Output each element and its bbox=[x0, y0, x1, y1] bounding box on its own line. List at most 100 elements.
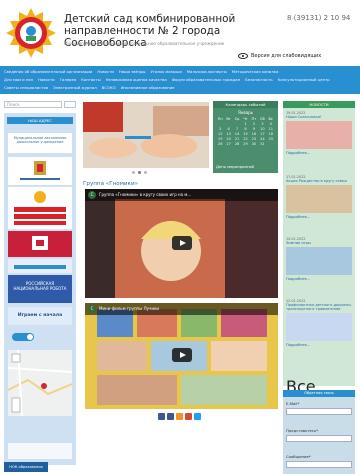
nav-item[interactable]: Советы специалистов bbox=[4, 85, 48, 90]
video-title[interactable]: Мини-фильм группы Лучики bbox=[85, 303, 278, 315]
calendar-day[interactable]: 21 bbox=[233, 137, 241, 141]
vision-impaired-link[interactable]: Версия для слабовидящих bbox=[238, 53, 321, 59]
nav-item[interactable]: Наши звёзды bbox=[119, 69, 146, 74]
calendar-day[interactable]: 27 bbox=[224, 142, 232, 146]
nav-item[interactable]: Электронный журнал bbox=[53, 85, 97, 90]
twitter-icon[interactable] bbox=[194, 413, 201, 420]
toggle-widget[interactable] bbox=[8, 329, 72, 343]
nav-item[interactable]: Методическая копилка bbox=[232, 69, 279, 74]
nav-item[interactable]: ВСОКО bbox=[102, 85, 116, 90]
calendar-day[interactable]: 29 bbox=[241, 142, 249, 146]
calendar-footer[interactable]: День мероприятий bbox=[216, 164, 254, 169]
calendar-day[interactable]: 20 bbox=[224, 137, 232, 141]
nav-item[interactable]: Инклюзивное образование bbox=[121, 85, 175, 90]
slider-dot[interactable] bbox=[132, 171, 135, 174]
news-image[interactable] bbox=[286, 121, 352, 149]
anniversary-banner[interactable] bbox=[8, 231, 72, 257]
calendar-day[interactable]: 22 bbox=[241, 137, 249, 141]
news-title[interactable]: Акция Рождество в кругу семьи bbox=[286, 179, 352, 183]
play-icon[interactable] bbox=[172, 236, 192, 250]
news-image[interactable] bbox=[286, 185, 352, 213]
play-icon[interactable] bbox=[172, 348, 192, 362]
news-more-link[interactable]: Подробнее... bbox=[286, 343, 352, 347]
news-image[interactable] bbox=[286, 247, 352, 275]
calendar-day[interactable]: 16 bbox=[250, 132, 258, 136]
slider-dot[interactable] bbox=[144, 171, 147, 174]
calendar-day[interactable]: 4 bbox=[267, 122, 275, 126]
nav-item[interactable]: Форум образовательных граждан bbox=[172, 77, 240, 82]
calendar-day[interactable]: 24 bbox=[258, 137, 266, 141]
message-field[interactable] bbox=[286, 461, 352, 468]
news-more-link[interactable]: Подробнее... bbox=[286, 151, 352, 155]
calendar-day[interactable]: 2 bbox=[250, 122, 258, 126]
calendar-day[interactable]: 6 bbox=[224, 127, 232, 131]
nav-item[interactable]: Мальчики-эксперты bbox=[187, 69, 227, 74]
news-item[interactable]: 17.01.2022 Акция Рождество в кругу семьи… bbox=[286, 175, 352, 219]
channel-avatar[interactable]: С bbox=[88, 305, 96, 313]
calendar-day[interactable]: 11 bbox=[267, 127, 275, 131]
calendar-day[interactable]: 31 bbox=[258, 142, 266, 146]
nav-item[interactable]: Галерея bbox=[60, 77, 76, 82]
video-player-1[interactable]: Группа «Гномики» в кругу своих игр на м.… bbox=[85, 189, 278, 298]
news-more-link[interactable]: Подробнее... bbox=[286, 277, 352, 281]
calendar-day[interactable]: 18 bbox=[267, 132, 275, 136]
news-item[interactable]: 19.01.2022 Наши Сказочники! Подробнее... bbox=[286, 111, 352, 155]
calendar-day[interactable]: 15 bbox=[241, 132, 249, 136]
calendar-day[interactable]: 5 bbox=[216, 127, 224, 131]
search-input[interactable]: Поиск bbox=[4, 101, 62, 108]
nav-item[interactable]: Консультационный центр bbox=[278, 77, 330, 82]
channel-avatar[interactable]: С bbox=[88, 191, 96, 199]
news-more-link[interactable]: Подробнее... bbox=[286, 215, 352, 219]
news-item[interactable]: 14.01.2022 Зимние игры Подробнее... bbox=[286, 237, 352, 281]
mailru-icon[interactable] bbox=[185, 413, 192, 420]
nav-item[interactable]: Новости bbox=[38, 77, 55, 82]
ros-banner[interactable]: РОССИЙСКАЯ НАЦИОНАЛЬНАЯ РОБОТА bbox=[8, 275, 72, 303]
calendar-day[interactable]: 26 bbox=[216, 142, 224, 146]
map-widget[interactable] bbox=[7, 349, 73, 417]
calendar-day[interactable]: 13 bbox=[224, 132, 232, 136]
nav-item[interactable]: Новости bbox=[97, 69, 114, 74]
calendar-day[interactable]: 8 bbox=[241, 127, 249, 131]
email-field[interactable] bbox=[286, 408, 352, 415]
site-logo[interactable] bbox=[5, 7, 57, 59]
calendar-day[interactable]: 17 bbox=[258, 132, 266, 136]
calendar-day[interactable]: 25 bbox=[267, 137, 275, 141]
nav-item[interactable]: Безопасность bbox=[245, 77, 273, 82]
slider-dots[interactable] bbox=[132, 171, 147, 174]
odnoklassniki-icon[interactable] bbox=[176, 413, 183, 420]
vk-icon[interactable] bbox=[158, 413, 165, 420]
news-title[interactable]: Зимние игры bbox=[286, 241, 352, 245]
nav-item[interactable]: Независимая оценка качества bbox=[106, 77, 167, 82]
nav-item[interactable]: Контакты bbox=[81, 77, 101, 82]
image-slider[interactable] bbox=[83, 102, 209, 168]
calendar-day[interactable]: 7 bbox=[233, 127, 241, 131]
fund-banner[interactable] bbox=[8, 187, 72, 229]
calendar-day[interactable]: 28 bbox=[233, 142, 241, 146]
ministry-banner[interactable] bbox=[8, 157, 72, 185]
footer-badge[interactable]: НОК образования bbox=[4, 462, 48, 472]
facebook-icon[interactable] bbox=[167, 413, 174, 420]
calendar-day[interactable]: 12 bbox=[216, 132, 224, 136]
news-title[interactable]: Наши Сказочники! bbox=[286, 115, 352, 119]
nav-item[interactable]: Для мам и пап bbox=[4, 77, 33, 82]
calendar-day[interactable]: 10 bbox=[258, 127, 266, 131]
calendar-day[interactable]: 1 bbox=[241, 122, 249, 126]
video-title[interactable]: Группа «Гномики» в кругу своих игр на м.… bbox=[85, 189, 278, 201]
calendar-day[interactable]: 14 bbox=[233, 132, 241, 136]
nav-item[interactable]: Уголок малыша bbox=[150, 69, 181, 74]
calendar-day[interactable]: 19 bbox=[216, 137, 224, 141]
play-banner[interactable]: Играем с начала bbox=[8, 307, 72, 325]
education-banner[interactable] bbox=[8, 259, 72, 273]
extra-banner[interactable] bbox=[8, 443, 72, 459]
org-banner[interactable]: Муниципальное автономное дошкольное учре… bbox=[8, 133, 72, 153]
news-title[interactable]: Профилактика детского дорожно-транспортн… bbox=[286, 303, 352, 311]
calendar-day[interactable]: 3 bbox=[258, 122, 266, 126]
calendar-day[interactable]: 9 bbox=[250, 127, 258, 131]
search-button[interactable] bbox=[64, 101, 76, 108]
slider-dot[interactable] bbox=[138, 171, 141, 174]
news-image[interactable] bbox=[286, 313, 352, 341]
calendar-month[interactable]: Январь bbox=[213, 109, 278, 116]
video-player-2[interactable]: Мини-фильм группы Лучики С bbox=[85, 303, 278, 409]
nav-item[interactable]: Сведения об образовательной организации bbox=[4, 69, 92, 74]
calendar-day[interactable]: 30 bbox=[250, 142, 258, 146]
